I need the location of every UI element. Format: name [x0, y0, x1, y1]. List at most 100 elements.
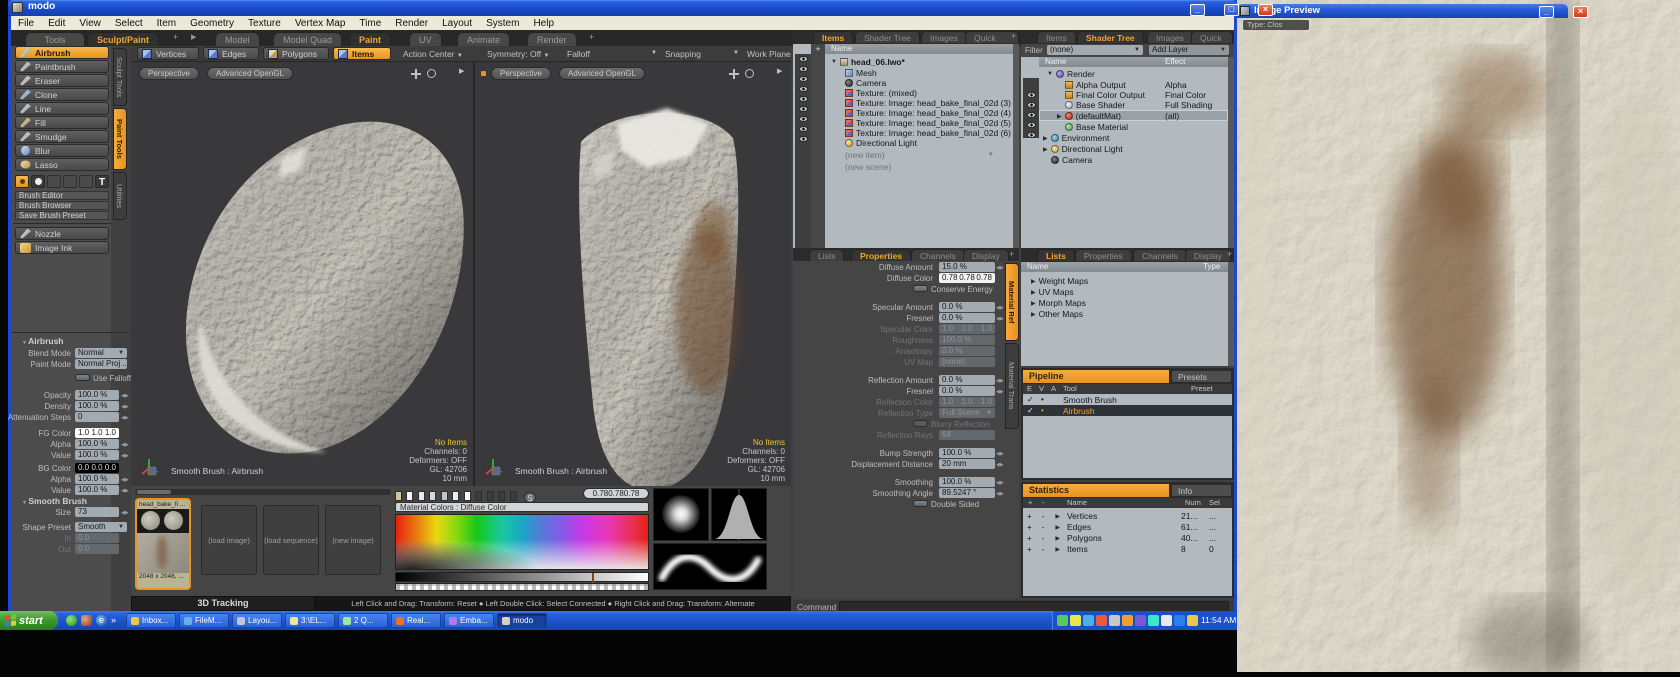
- tab-items[interactable]: Items: [813, 31, 853, 43]
- tab-lists[interactable]: Lists: [1037, 249, 1075, 261]
- tab-tools[interactable]: Tools: [25, 32, 85, 46]
- taskbar-task-modo[interactable]: modo: [497, 613, 547, 628]
- viewport-right[interactable]: Perspective Advanced OpenGL ▶ No Items C…: [475, 62, 791, 486]
- tool-airbrush[interactable]: Airbrush: [15, 46, 109, 59]
- shader-row-base-shader[interactable]: Base Shader: [1065, 100, 1125, 110]
- opacity-field[interactable]: 100.0 %: [75, 390, 119, 400]
- viewport-style-pill[interactable]: Perspective: [139, 67, 199, 80]
- brush-browser-link[interactable]: Brush Browser: [15, 201, 109, 210]
- stepper-icon[interactable]: ◀▶: [121, 393, 129, 399]
- pipeline-row-smooth-brush[interactable]: ✓ • Smooth Brush: [1023, 394, 1232, 405]
- stepper-icon[interactable]: ◀▶: [121, 453, 129, 459]
- tab-shader-tree[interactable]: Shader Tree: [855, 31, 920, 43]
- pipeline-header[interactable]: Pipeline: [1023, 370, 1169, 383]
- name-column-header[interactable]: Name: [825, 44, 1013, 54]
- list-row-morph-maps[interactable]: ▶Morph Maps: [1031, 298, 1086, 308]
- internet-explorer-icon[interactable]: e: [96, 615, 107, 626]
- menu-item[interactable]: Item: [150, 17, 183, 30]
- tray-icon[interactable]: [1135, 615, 1146, 626]
- density-field[interactable]: 100.0 %: [75, 401, 119, 411]
- eye-icon[interactable]: [799, 96, 808, 102]
- shader-row-render[interactable]: ▼Render: [1047, 69, 1095, 79]
- fg-color-field[interactable]: 1.01.01.0: [75, 428, 119, 438]
- add-tab-button[interactable]: +: [1009, 249, 1014, 259]
- shader-row-camera[interactable]: Camera: [1051, 155, 1092, 165]
- viewport-left[interactable]: Perspective Advanced OpenGL ▶ No Items C…: [131, 62, 473, 486]
- add-view-tab-button[interactable]: +: [589, 32, 594, 42]
- scrollbar[interactable]: [1013, 44, 1019, 248]
- menu-render[interactable]: Render: [388, 17, 435, 30]
- tab-images[interactable]: Images: [1147, 31, 1193, 43]
- attenuation-steps-field[interactable]: 0: [75, 412, 119, 422]
- eye-icon[interactable]: [799, 76, 808, 82]
- image-preview-titlebar[interactable]: Image Preview _ ×: [1237, 4, 1568, 18]
- tab-shader-tree[interactable]: Shader Tree: [1077, 31, 1144, 43]
- viewport-menu-arrow-icon[interactable]: ▶: [777, 67, 782, 75]
- color-swatch-empty[interactable]: [487, 491, 494, 501]
- stepper-icon[interactable]: ◀▶: [996, 378, 1004, 384]
- color-swatch-empty[interactable]: [475, 491, 482, 501]
- name-column-header[interactable]: NameEffect: [1039, 57, 1228, 67]
- expand-icon[interactable]: ▶: [1055, 546, 1060, 553]
- quick-launch-overflow-icon[interactable]: »: [111, 615, 116, 625]
- tab-sculpt-paint[interactable]: Sculpt/Paint: [87, 32, 159, 46]
- color-value-field[interactable]: 0.780.780.78: [583, 488, 649, 499]
- side-tab-utilities[interactable]: Utilities: [113, 172, 127, 220]
- color-swatch[interactable]: [464, 491, 471, 501]
- image-thumbnail-selected[interactable]: head_bake_fi ... 2048 x 2048, ...: [135, 498, 191, 590]
- presets-button[interactable]: Presets: [1171, 370, 1232, 383]
- viewport-renderer-pill[interactable]: Advanced OpenGL: [559, 67, 645, 80]
- taskbar-task-inbox[interactable]: Inbox...: [126, 613, 176, 628]
- tool-nozzle[interactable]: Nozzle: [15, 227, 109, 240]
- taskbar-clock[interactable]: 11:54 AM: [1201, 615, 1236, 625]
- reflection-amount-field[interactable]: 0.0 %: [939, 375, 995, 385]
- tool-smudge[interactable]: Smudge: [15, 130, 109, 143]
- tool-fill[interactable]: Fill: [15, 116, 109, 129]
- pan-icon[interactable]: [411, 69, 421, 79]
- tracking-mode-bar[interactable]: 3D Tracking: [131, 596, 315, 611]
- taskbar-task-embarcadero[interactable]: Emba...: [444, 613, 494, 628]
- stats-row-edges[interactable]: +-▶Edges61......: [1023, 522, 1232, 532]
- blend-mode-select[interactable]: Normal▼: [75, 348, 127, 358]
- save-brush-preset-link[interactable]: Save Brush Preset: [15, 211, 109, 220]
- collapse-icon[interactable]: ▼: [831, 59, 837, 65]
- tab-uv[interactable]: UV: [409, 32, 442, 46]
- eye-icon[interactable]: [799, 66, 808, 72]
- tree-row-scene[interactable]: ▼head_06.lwo*: [831, 57, 905, 67]
- tray-icon[interactable]: [1187, 615, 1198, 626]
- color-swatch[interactable]: [441, 491, 448, 501]
- falloff-select[interactable]: Falloff: [567, 49, 590, 59]
- color-swatch[interactable]: [452, 491, 459, 501]
- maximize-button[interactable]: □: [1224, 4, 1239, 16]
- shader-row-alpha-output[interactable]: Alpha Output: [1065, 80, 1126, 90]
- tool-clone[interactable]: Clone: [15, 88, 109, 101]
- color-swatch-empty[interactable]: [510, 491, 517, 501]
- tool-line[interactable]: Line: [15, 102, 109, 115]
- soft-tip-icon[interactable]: [31, 175, 45, 188]
- tool-blur[interactable]: Blur: [15, 144, 109, 157]
- new-item-chevron-icon[interactable]: ▾: [989, 150, 993, 158]
- quick-launch-icon[interactable]: [81, 615, 92, 626]
- tray-icon[interactable]: [1057, 615, 1068, 626]
- fg-value-field[interactable]: 100.0 %: [75, 450, 119, 460]
- enable-check-icon[interactable]: ✓: [1027, 406, 1034, 415]
- expand-icon[interactable]: ▶: [1055, 535, 1060, 542]
- list-row-other-maps[interactable]: ▶Other Maps: [1031, 309, 1083, 319]
- type-header[interactable]: Type: [1203, 262, 1220, 272]
- tool-lasso[interactable]: Lasso: [15, 158, 109, 171]
- eye-icon[interactable]: [799, 106, 808, 112]
- viewport-style-pill[interactable]: Perspective: [491, 67, 551, 80]
- stats-row-vertices[interactable]: +-▶Vertices21......: [1023, 511, 1232, 521]
- eye-icon[interactable]: [799, 126, 808, 132]
- visible-dot-icon[interactable]: •: [1041, 395, 1044, 404]
- smoothing-angle-field[interactable]: 89.5247 °: [939, 488, 995, 498]
- eye-icon[interactable]: [1027, 132, 1036, 138]
- shader-row-base-material[interactable]: Base Material: [1065, 122, 1128, 132]
- color-swatch[interactable]: [418, 491, 425, 501]
- menu-view[interactable]: View: [72, 17, 108, 30]
- side-tab-sculpt-tools[interactable]: Sculpt Tools: [113, 48, 127, 106]
- add-button[interactable]: +: [1027, 534, 1032, 543]
- menu-system[interactable]: System: [479, 17, 526, 30]
- tree-row-texture[interactable]: Texture: (mixed): [845, 88, 917, 98]
- tab-properties[interactable]: Properties: [1075, 249, 1132, 261]
